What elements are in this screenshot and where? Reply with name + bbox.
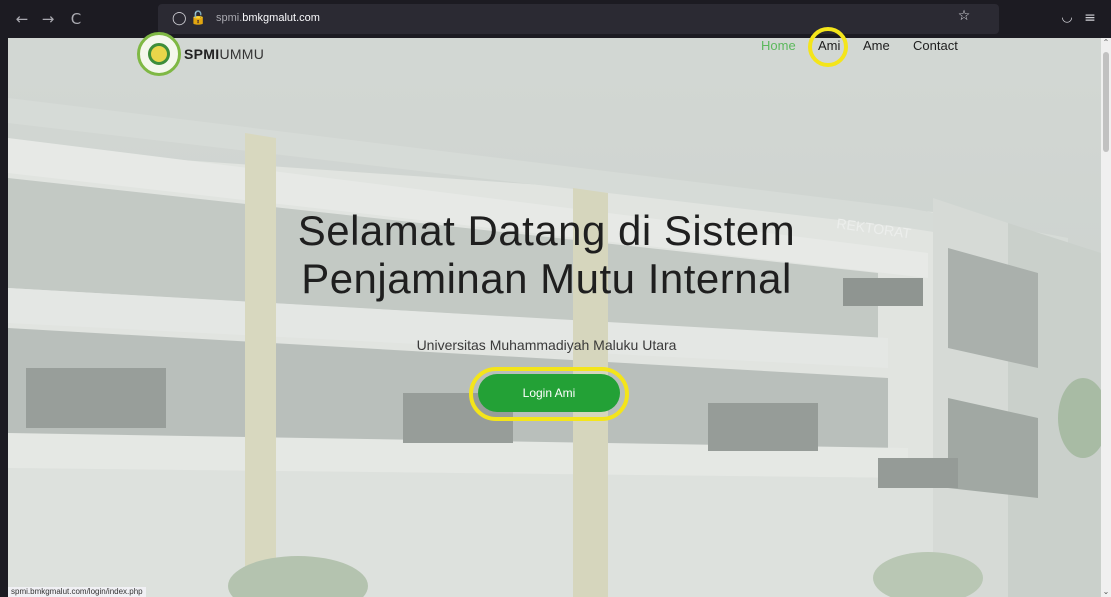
menu-icon[interactable]: ≡ (1081, 9, 1099, 27)
brand-logo[interactable] (137, 32, 181, 76)
page-viewport: REKTORAT (8, 38, 1101, 597)
scroll-up-icon[interactable]: ⌃ (1101, 38, 1111, 48)
browser-toolbar: ← → C ◯ 🔓 spmi.bmkgmalut.com ☆ ◡ ≡ (0, 0, 1111, 38)
forward-icon[interactable]: → (38, 9, 58, 29)
scroll-down-icon[interactable]: ⌄ (1101, 587, 1111, 597)
logo-emblem-icon (148, 43, 170, 65)
nav-contact[interactable]: Contact (913, 38, 958, 58)
status-url: spmi.bmkgmalut.com/login/index.php (8, 587, 146, 597)
back-icon[interactable]: ← (12, 9, 32, 29)
brand-name[interactable]: SPMIUMMU (184, 46, 264, 62)
login-ami-button[interactable]: Login Ami (478, 374, 620, 412)
lock-icon[interactable]: 🔓 (190, 10, 206, 28)
url-text[interactable]: spmi.bmkgmalut.com (216, 12, 320, 24)
scroll-thumb[interactable] (1103, 52, 1109, 152)
hero-title: Selamat Datang di Sistem Penjaminan Mutu… (0, 207, 1093, 303)
highlight-circle-ami (808, 27, 848, 67)
star-icon[interactable]: ☆ (955, 7, 973, 25)
nav-ame[interactable]: Ame (863, 38, 890, 58)
page-scrollbar[interactable]: ⌃ ⌄ (1101, 38, 1111, 597)
nav-home[interactable]: Home (761, 38, 796, 58)
address-bar[interactable]: ◯ 🔓 spmi.bmkgmalut.com (158, 4, 999, 34)
reload-icon[interactable]: C (66, 9, 86, 29)
hero-overlay (8, 38, 1101, 597)
hero-subtitle: Universitas Muhammadiyah Maluku Utara (416, 337, 677, 353)
shield-icon[interactable]: ◯ (172, 11, 187, 27)
pocket-icon[interactable]: ◡ (1058, 9, 1076, 27)
hero-title-line1: Selamat Datang di Sistem (297, 207, 796, 254)
hero-title-line2: Penjaminan Mutu Internal (301, 255, 792, 302)
